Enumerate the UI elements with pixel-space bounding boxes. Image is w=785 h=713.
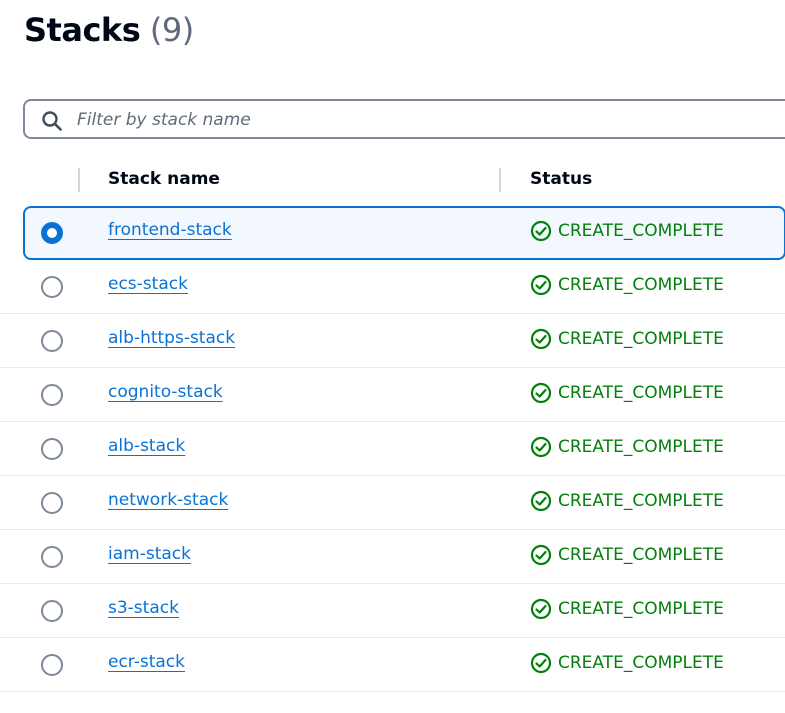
table-row[interactable]: frontend-stack CREATE_COMPLETE [23, 206, 785, 260]
status-text: CREATE_COMPLETE [558, 653, 724, 673]
status-success-icon [530, 328, 552, 350]
table-row[interactable]: alb-https-stack CREATE_COMPLETE [0, 314, 785, 368]
status-text: CREATE_COMPLETE [558, 599, 724, 619]
stack-name-link[interactable]: network-stack [108, 490, 228, 510]
stack-name-link[interactable]: frontend-stack [108, 220, 232, 240]
stack-name-link[interactable]: iam-stack [108, 544, 191, 564]
row-select-radio[interactable] [41, 438, 63, 460]
status-text: CREATE_COMPLETE [558, 221, 724, 241]
search-input[interactable] [75, 105, 779, 135]
status-success-icon [530, 274, 552, 296]
table-row[interactable]: iam-stack CREATE_COMPLETE [0, 530, 785, 584]
stack-name-link[interactable]: alb-https-stack [108, 328, 235, 348]
status-success-icon [530, 544, 552, 566]
row-select-radio[interactable] [41, 276, 63, 298]
stack-name-link[interactable]: cognito-stack [108, 382, 223, 402]
stack-name-link[interactable]: alb-stack [108, 436, 185, 456]
status-success-icon [530, 436, 552, 458]
status-indicator: CREATE_COMPLETE [530, 598, 724, 620]
row-select-radio[interactable] [41, 546, 63, 568]
stack-name-link[interactable]: ecr-stack [108, 652, 185, 672]
row-select-radio[interactable] [41, 492, 63, 514]
status-text: CREATE_COMPLETE [558, 437, 724, 457]
column-divider[interactable] [499, 168, 501, 192]
status-text: CREATE_COMPLETE [558, 545, 724, 565]
status-indicator: CREATE_COMPLETE [530, 490, 724, 512]
status-text: CREATE_COMPLETE [558, 491, 724, 511]
table-row[interactable]: cognito-stack CREATE_COMPLETE [0, 368, 785, 422]
status-indicator: CREATE_COMPLETE [530, 544, 724, 566]
status-indicator: CREATE_COMPLETE [530, 274, 724, 296]
status-success-icon [530, 652, 552, 674]
search-icon [42, 111, 62, 131]
status-success-icon [530, 598, 552, 620]
status-indicator: CREATE_COMPLETE [530, 652, 724, 674]
row-select-radio[interactable] [41, 330, 63, 352]
table-row[interactable]: ecr-stack CREATE_COMPLETE [0, 638, 785, 692]
column-header-stack-name[interactable]: Stack name [108, 169, 220, 189]
status-text: CREATE_COMPLETE [558, 383, 724, 403]
status-text: CREATE_COMPLETE [558, 329, 724, 349]
row-select-radio[interactable] [41, 384, 63, 406]
row-select-radio[interactable] [41, 654, 63, 676]
stack-filter[interactable] [23, 99, 785, 139]
stacks-table-body: frontend-stack CREATE_COMPLETE ecs-stack CR… [0, 206, 785, 692]
column-divider[interactable] [78, 168, 80, 192]
status-success-icon [530, 490, 552, 512]
row-select-radio[interactable] [41, 600, 63, 622]
row-select-radio[interactable] [41, 222, 63, 244]
stack-name-link[interactable]: ecs-stack [108, 274, 188, 294]
status-indicator: CREATE_COMPLETE [530, 382, 724, 404]
page-title-text: Stacks [24, 11, 141, 49]
table-row[interactable]: alb-stack CREATE_COMPLETE [0, 422, 785, 476]
status-indicator: CREATE_COMPLETE [530, 436, 724, 458]
stack-name-link[interactable]: s3-stack [108, 598, 179, 618]
status-indicator: CREATE_COMPLETE [530, 328, 724, 350]
stacks-page: Stacks (9) Stack name Status frontend-st… [0, 0, 785, 713]
table-row[interactable]: ecs-stack CREATE_COMPLETE [0, 260, 785, 314]
status-text: CREATE_COMPLETE [558, 275, 724, 295]
status-success-icon [530, 382, 552, 404]
table-row[interactable]: s3-stack CREATE_COMPLETE [0, 584, 785, 638]
page-title: Stacks (9) [24, 10, 194, 50]
stack-count: (9) [149, 11, 194, 49]
status-indicator: CREATE_COMPLETE [530, 220, 724, 242]
column-header-status[interactable]: Status [530, 169, 592, 189]
status-success-icon [530, 220, 552, 242]
table-row[interactable]: network-stack CREATE_COMPLETE [0, 476, 785, 530]
table-header: Stack name Status [0, 163, 785, 199]
